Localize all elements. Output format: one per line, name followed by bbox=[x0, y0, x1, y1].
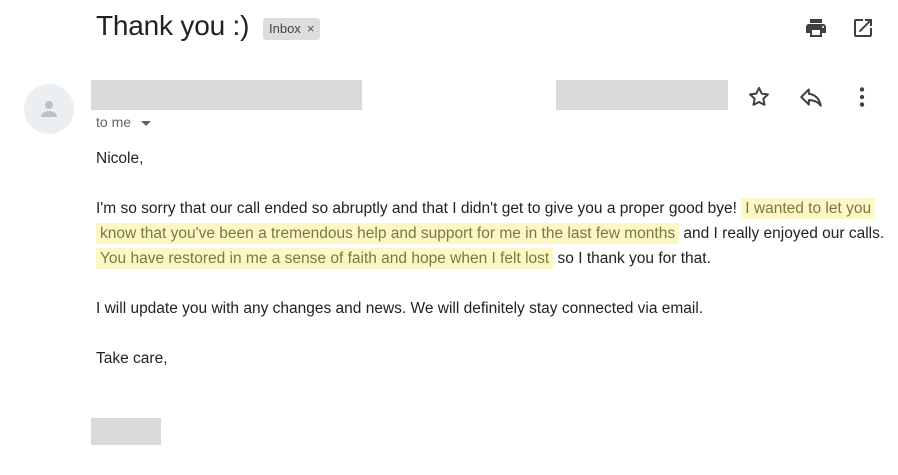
open-in-new-window-icon[interactable] bbox=[851, 16, 875, 40]
paragraph-1-text-3: so I thank you for that. bbox=[557, 250, 711, 267]
more-options-icon[interactable] bbox=[849, 84, 875, 110]
redacted-sender-name bbox=[91, 80, 362, 110]
email-subject: Thank you :) bbox=[96, 10, 250, 41]
sender-avatar bbox=[24, 84, 74, 134]
recipient-line: to me bbox=[96, 114, 132, 130]
star-icon[interactable] bbox=[746, 84, 772, 110]
caret-down-icon bbox=[141, 120, 152, 126]
message-body: Nicole, I'm so sorry that our call ended… bbox=[96, 146, 886, 371]
reply-icon[interactable] bbox=[798, 84, 824, 110]
paragraph-2: I will update you with any changes and n… bbox=[96, 300, 704, 317]
inbox-label-chip: Inbox × bbox=[263, 18, 321, 40]
person-icon bbox=[41, 101, 57, 117]
redacted-signature bbox=[91, 418, 161, 445]
closing: Take care, bbox=[96, 350, 168, 367]
paragraph-1-text-2: and I really enjoyed our calls. bbox=[683, 225, 885, 242]
print-icon[interactable] bbox=[804, 16, 828, 40]
recipient-details-toggle[interactable]: to me bbox=[96, 114, 152, 130]
highlighted-text-2: You have restored in me a sense of faith… bbox=[96, 248, 554, 269]
label-text: Inbox bbox=[269, 21, 301, 36]
redacted-date bbox=[556, 80, 728, 110]
greeting: Nicole, bbox=[96, 150, 144, 167]
paragraph-1: I'm so sorry that our call ended so abru… bbox=[96, 196, 886, 271]
paragraph-1-text-1: I'm so sorry that our call ended so abru… bbox=[96, 200, 737, 217]
remove-label-icon[interactable]: × bbox=[307, 18, 315, 40]
